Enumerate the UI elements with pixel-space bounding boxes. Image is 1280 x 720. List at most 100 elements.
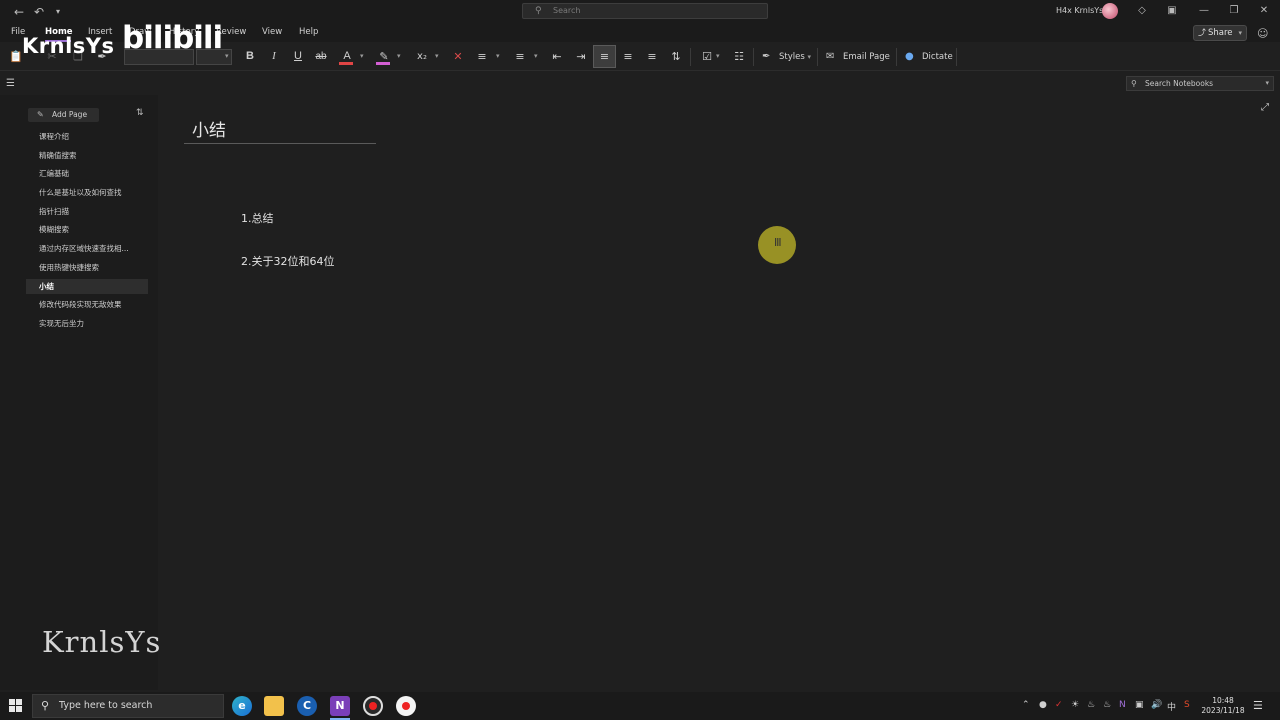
highlight-chevron-icon[interactable]: ▾ [397, 48, 401, 65]
page-item[interactable]: 什么是基址以及如何查找 [26, 185, 148, 200]
page-item[interactable]: 模糊搜索 [26, 222, 148, 237]
bold-button[interactable]: B [242, 48, 258, 65]
expand-icon[interactable]: ⤢ [1261, 102, 1269, 113]
font-size-chevron-icon: ▾ [225, 52, 229, 60]
watermark-top: KrnlsYs [22, 34, 115, 58]
notification-icon[interactable]: ☰ [1253, 699, 1263, 712]
taskbar-clock[interactable]: 10:48 2023/11/18 [1200, 696, 1246, 716]
quick-access-dropdown-icon[interactable]: ▾ [50, 4, 66, 20]
decrease-indent-icon[interactable]: ⇤ [549, 48, 565, 65]
bullet-list-chevron-icon[interactable]: ▾ [496, 48, 500, 65]
page-item[interactable]: 修改代码段实现无敌效果 [26, 297, 148, 312]
bullet-list-icon[interactable]: ≡ [474, 48, 490, 65]
microphone-icon: ● [905, 51, 914, 62]
app-tray-icon[interactable]: ♨ [1087, 700, 1095, 710]
hamburger-menu-icon[interactable]: ☰ [6, 78, 15, 89]
align-center-icon[interactable]: ≡ [620, 48, 636, 65]
styles-button[interactable]: ✒ Styles ▾ [762, 49, 811, 65]
menu-view[interactable]: View [262, 27, 282, 37]
network-icon[interactable]: ▣ [1135, 700, 1144, 710]
page-canvas[interactable] [158, 95, 1280, 690]
email-page-button[interactable]: ✉ Email Page [826, 49, 890, 65]
italic-button[interactable]: I [266, 48, 282, 65]
search-icon: ⚲ [535, 6, 542, 16]
ribbon-separator [753, 48, 754, 66]
feedback-icon[interactable]: ☺ [1257, 27, 1268, 40]
todo-tag-icon[interactable]: ☷ [731, 48, 747, 65]
title-underline [184, 143, 376, 144]
title-search-box[interactable]: ⚲ Search [522, 3, 768, 19]
styles-chevron-icon: ▾ [807, 53, 811, 61]
avatar[interactable] [1102, 3, 1118, 19]
strikethrough-button[interactable]: ab [313, 48, 329, 65]
taskbar-search-box[interactable]: ⚲ Type here to search [32, 694, 224, 718]
volume-icon[interactable]: 🔊 [1151, 700, 1162, 710]
close-icon[interactable]: ✕ [1257, 4, 1271, 18]
title-search-placeholder: Search [553, 6, 581, 15]
onenote-icon[interactable]: N [330, 696, 350, 716]
page-item-active[interactable]: 小结 [26, 279, 148, 294]
edge-icon[interactable]: e [232, 696, 252, 716]
dictate-button[interactable]: ● Dictate [905, 49, 953, 65]
onenote-tray-icon[interactable]: N [1119, 700, 1126, 710]
numbered-list-icon[interactable]: ≡ [512, 48, 528, 65]
align-left-icon[interactable]: ≡ [593, 45, 616, 68]
user-name[interactable]: H4x KrnlsYs [1056, 6, 1103, 15]
page-list-panel: ✎ Add Page ⇅ 课程介绍 精确值搜索 汇编基础 什么是基址以及如何查找… [0, 95, 158, 690]
ribbon-separator [956, 48, 957, 66]
app-tray-icon[interactable]: ☀ [1071, 700, 1079, 710]
menu-help[interactable]: Help [299, 27, 318, 37]
tag-chevron-icon[interactable]: ▾ [716, 48, 720, 65]
sogou-icon[interactable]: S [1184, 700, 1190, 710]
cheat-engine-icon[interactable]: C [297, 696, 317, 716]
clear-formatting-icon[interactable]: ✕ [450, 48, 466, 65]
tag-icon[interactable]: ☑ [699, 48, 715, 65]
ribbon-separator [896, 48, 897, 66]
diamond-icon[interactable]: ◇ [1135, 4, 1149, 18]
microphone-tray-icon[interactable]: ● [1039, 700, 1047, 710]
underline-button[interactable]: U [290, 48, 306, 65]
back-icon[interactable]: ← [11, 4, 27, 20]
styles-label: Styles [779, 52, 805, 62]
styles-icon: ✒ [762, 51, 771, 62]
share-icon: ⤴ [1198, 28, 1206, 37]
font-color-chevron-icon[interactable]: ▾ [360, 48, 364, 65]
tray-overflow-icon[interactable]: ⌃ [1022, 700, 1030, 710]
page-item[interactable]: 指针扫描 [26, 204, 148, 219]
ribbon-display-icon[interactable]: ▣ [1165, 4, 1179, 18]
search-notebooks-box[interactable]: ⚲ Search Notebooks ▾ [1126, 76, 1274, 91]
note-line-1[interactable]: 1.总结 [241, 210, 274, 226]
undo-icon[interactable]: ↶ [31, 4, 47, 20]
subscript-chevron-icon[interactable]: ▾ [435, 48, 439, 65]
font-color-swatch [339, 62, 353, 65]
align-right-icon[interactable]: ≡ [644, 48, 660, 65]
watermark-bottom: KrnlsYs [42, 625, 162, 659]
file-explorer-icon[interactable] [264, 696, 284, 716]
page-item[interactable]: 精确值搜索 [26, 148, 148, 163]
note-line-2[interactable]: 2.关于32位和64位 [241, 253, 335, 269]
numbered-list-chevron-icon[interactable]: ▾ [534, 48, 538, 65]
subscript-icon[interactable]: x₂ [414, 48, 430, 65]
search-notebooks-label: Search Notebooks [1145, 79, 1214, 88]
restore-icon[interactable]: ❐ [1227, 4, 1241, 18]
add-page-button[interactable]: ✎ Add Page [28, 108, 99, 122]
sort-icon[interactable]: ⇅ [136, 108, 144, 118]
clock-time: 10:48 [1212, 696, 1234, 705]
page-item[interactable]: 使用热键快捷搜索 [26, 260, 148, 275]
ime-indicator[interactable]: 中 [1167, 700, 1176, 713]
record-icon[interactable] [396, 696, 416, 716]
page-item[interactable]: 汇编基础 [26, 166, 148, 181]
page-item[interactable]: 通过内存区域快速查找相... [26, 241, 148, 256]
page-item[interactable]: 课程介绍 [26, 129, 148, 144]
app-tray-icon[interactable]: ♨ [1103, 700, 1111, 710]
app-tray-icon[interactable]: ✓ [1055, 700, 1063, 710]
windows-start-icon[interactable] [9, 699, 23, 713]
page-title[interactable]: 小结 [192, 116, 226, 141]
page-item[interactable]: 实现无后坐力 [26, 316, 148, 331]
obs-icon[interactable] [363, 696, 383, 716]
share-button[interactable]: ⤴ Share ▾ [1193, 25, 1247, 41]
minimize-icon[interactable]: — [1197, 4, 1211, 18]
increase-indent-icon[interactable]: ⇥ [573, 48, 589, 65]
ribbon-separator [690, 48, 691, 66]
line-spacing-icon[interactable]: ⇅ [668, 48, 684, 65]
